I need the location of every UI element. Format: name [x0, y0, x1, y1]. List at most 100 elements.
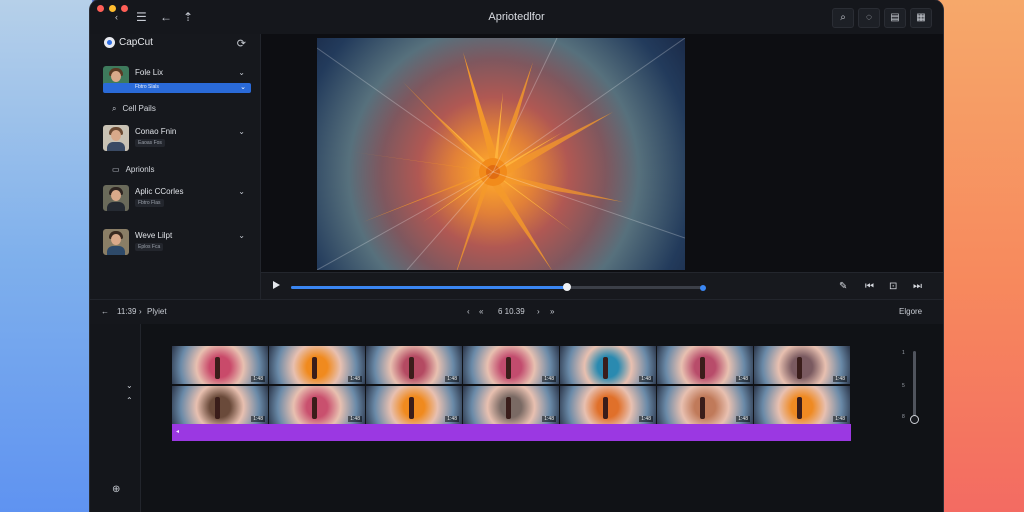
avatar — [103, 229, 129, 255]
clip-thumbnail[interactable]: 1:48 — [172, 386, 268, 424]
video-track-1[interactable]: 1:48 1:48 1:48 1:48 1:48 1:48 1:48 — [172, 346, 851, 384]
clip-thumbnail[interactable]: 1:48 — [366, 386, 462, 424]
avatar — [103, 185, 129, 211]
chevron-down-icon[interactable]: ⌄ — [238, 187, 245, 196]
clip-duration: 1:48 — [542, 416, 556, 422]
sidebar-item-search[interactable]: ⌕ Cell Pails — [112, 104, 156, 114]
sidebar-item-label: Weve Lilpt — [135, 231, 173, 240]
chevron-right-icon: › — [139, 307, 142, 316]
clip-duration: 1:48 — [348, 416, 362, 422]
desktop-background-right — [940, 0, 1024, 512]
skip-back-icon[interactable]: ⏮ — [865, 281, 874, 292]
clip-thumbnail[interactable]: 1:48 — [366, 346, 462, 384]
figure-silhouette — [506, 357, 512, 380]
clip-duration: 1:48 — [542, 376, 556, 382]
next-icon[interactable]: › — [537, 307, 540, 316]
search-icon: ⌕ — [112, 104, 117, 113]
clip-duration: 1:48 — [639, 416, 653, 422]
rewind-icon[interactable]: « — [479, 307, 483, 316]
chevron-down-icon[interactable]: ⌄ — [238, 231, 245, 240]
figure-silhouette — [215, 357, 221, 380]
figure-silhouette — [797, 397, 803, 420]
clip-duration: 1:48 — [251, 376, 265, 382]
search-icon[interactable]: ⌕ — [832, 8, 854, 28]
video-preview[interactable] — [317, 38, 685, 270]
timeline-header: ← 11:39 › Plyiet ‹ « 6 10.39 › » Elgore — [90, 299, 943, 325]
clip-duration: 1:48 — [833, 416, 847, 422]
sidebar-item-sub: Fbtro Flas — [135, 199, 164, 207]
clip-duration: 1:48 — [348, 376, 362, 382]
selected-subitem[interactable]: Fbtro Slals ⌄ — [103, 83, 251, 93]
clip-duration: 1:48 — [833, 376, 847, 382]
slider-tick: 1 — [902, 350, 905, 356]
playback-bar: ✎ ⏮ ⊡ ⏭ — [261, 272, 943, 300]
sidebar-item-sub: Eaoas Fos — [135, 139, 165, 147]
chevron-up-icon[interactable]: ⌃ — [126, 396, 133, 405]
clip-thumbnail[interactable]: 1:48 — [463, 346, 559, 384]
play-icon[interactable] — [273, 281, 280, 289]
skip-forward-icon[interactable]: ⏭ — [913, 281, 922, 292]
chevron-down-icon: ⌄ — [240, 84, 246, 91]
clip-thumbnail[interactable]: 1:48 — [754, 386, 850, 424]
sidebar-item-weve[interactable]: Weve Lilpt Eplos Fca ⌄ — [103, 229, 251, 255]
project-sidebar: CapCut ⟳ Fole Lix ⌄ Fbtro Slals ⌄ ⌕ Cell P… — [90, 34, 261, 299]
app-title: Apriotedlfor — [488, 11, 545, 23]
sidebar-item-label: Aprionls — [125, 165, 155, 174]
clip-thumbnail[interactable]: 1:48 — [463, 386, 559, 424]
figure-silhouette — [312, 397, 318, 420]
sidebar-item-label: Aplic CCorles — [135, 187, 184, 196]
capcut-logo-icon — [104, 37, 115, 48]
figure-silhouette — [409, 397, 415, 420]
clip-thumbnail[interactable]: 1:48 — [172, 346, 268, 384]
timeline-track-controls: ⌄ ⌃ ⊕ — [90, 324, 141, 512]
chevron-down-icon[interactable]: ⌄ — [238, 127, 245, 136]
chevron-down-icon[interactable]: ⌄ — [126, 381, 133, 390]
crop-icon[interactable]: ⊡ — [889, 281, 897, 292]
sidebar-item-conao[interactable]: Conao Fnin Eaoas Fos ⌄ — [103, 125, 251, 151]
clip-duration: 1:48 — [736, 416, 750, 422]
prev-icon[interactable]: ‹ — [467, 307, 470, 316]
figure-silhouette — [700, 357, 706, 380]
timeline-right-label[interactable]: Elgore — [899, 307, 922, 316]
layout-icon[interactable]: ▦ — [910, 8, 932, 28]
desktop-background-left — [0, 0, 92, 512]
zoom-slider[interactable] — [910, 351, 919, 424]
figure-silhouette — [603, 397, 609, 420]
clip-thumbnail[interactable]: 1:48 — [657, 346, 753, 384]
bell-icon[interactable]: ◌ — [858, 8, 880, 28]
audio-track[interactable]: ◂ — [172, 424, 851, 441]
app-window: ‹ ☰ ← ⇡ Apriotedlfor ⌕ ◌ ▤ ▦ CapCut ⟳ Fo… — [90, 0, 943, 512]
brand-name: CapCut — [119, 37, 153, 49]
clip-duration: 1:48 — [445, 376, 459, 382]
clip-thumbnail[interactable]: 1:48 — [754, 346, 850, 384]
figure-silhouette — [700, 397, 706, 420]
sidebar-item-aplic[interactable]: Aplic CCorles Fbtro Flas ⌄ — [103, 185, 251, 211]
add-track-icon[interactable]: ⊕ — [112, 484, 120, 495]
pen-icon[interactable]: ✎ — [839, 281, 847, 292]
scrubber-thumb[interactable] — [563, 283, 572, 291]
back-arrow-icon[interactable]: ← — [101, 307, 109, 316]
chevron-down-icon[interactable]: ⌄ — [238, 68, 245, 77]
refresh-icon[interactable]: ⟳ — [237, 37, 246, 50]
zoom-slider-knob[interactable] — [910, 415, 919, 424]
scrubber[interactable] — [291, 283, 706, 291]
selected-subitem-label: Fbtro Slals — [135, 84, 159, 90]
fast-forward-icon[interactable]: » — [550, 307, 554, 316]
clip-thumbnail[interactable]: 1:48 — [269, 346, 365, 384]
timeline-time: 11:39 — [117, 307, 137, 316]
clip-thumbnail[interactable]: 1:48 — [269, 386, 365, 424]
title-bar: ‹ ☰ ← ⇡ Apriotedlfor ⌕ ◌ ▤ ▦ — [90, 0, 943, 35]
folder-icon: ▭ — [112, 165, 120, 174]
clip-thumbnail[interactable]: 1:48 — [560, 346, 656, 384]
clip-thumbnail[interactable]: 1:48 — [657, 386, 753, 424]
figure-silhouette — [409, 357, 415, 380]
figure-silhouette — [797, 357, 803, 380]
brand: CapCut — [104, 37, 153, 48]
clip-thumbnail[interactable]: 1:48 — [560, 386, 656, 424]
panel-icon[interactable]: ▤ — [884, 8, 906, 28]
sidebar-item-plain[interactable]: ▭ Aprionls — [112, 165, 154, 174]
clip-duration: 1:48 — [736, 376, 750, 382]
sidebar-item-sub: Eplos Fca — [135, 243, 164, 251]
video-track-2[interactable]: 1:48 1:48 1:48 1:48 1:48 1:48 1:48 — [172, 386, 851, 424]
avatar — [103, 125, 129, 151]
